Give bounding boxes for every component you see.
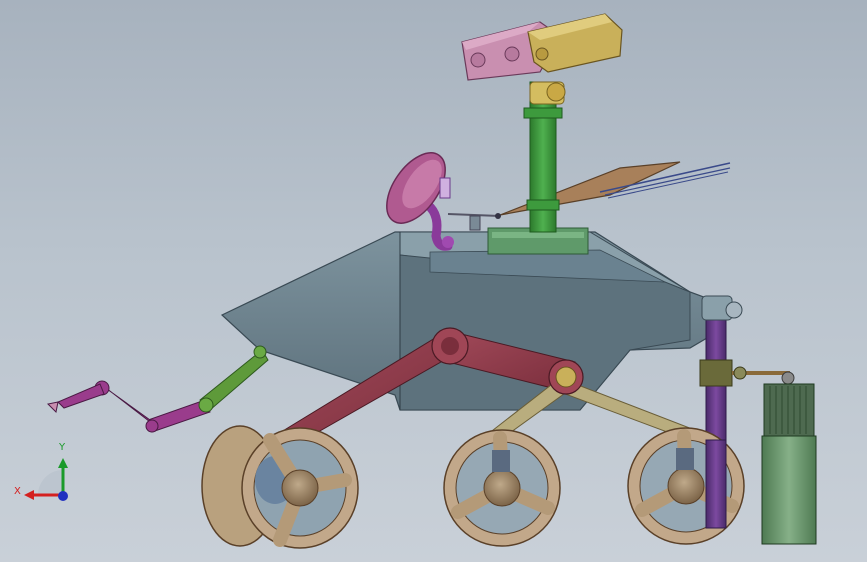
axis-triad-icon (24, 458, 68, 501)
cad-viewport[interactable]: Y X (0, 0, 867, 562)
x-axis-label: X (14, 486, 21, 497)
rover-body[interactable] (220, 227, 713, 411)
middle-wheel[interactable] (443, 429, 561, 547)
camera-head[interactable] (461, 13, 623, 81)
side-cylinder[interactable] (761, 383, 817, 545)
rover-model[interactable] (0, 0, 867, 562)
camera-mast[interactable] (523, 81, 566, 233)
robotic-arm[interactable] (46, 345, 269, 433)
coordinate-triad: Y X (12, 440, 82, 510)
front-wheel[interactable] (201, 425, 359, 549)
rear-leg-lower (705, 439, 727, 529)
y-axis-label: Y (59, 442, 66, 453)
solar-panel[interactable] (447, 161, 731, 231)
rear-wheel[interactable] (627, 427, 745, 545)
